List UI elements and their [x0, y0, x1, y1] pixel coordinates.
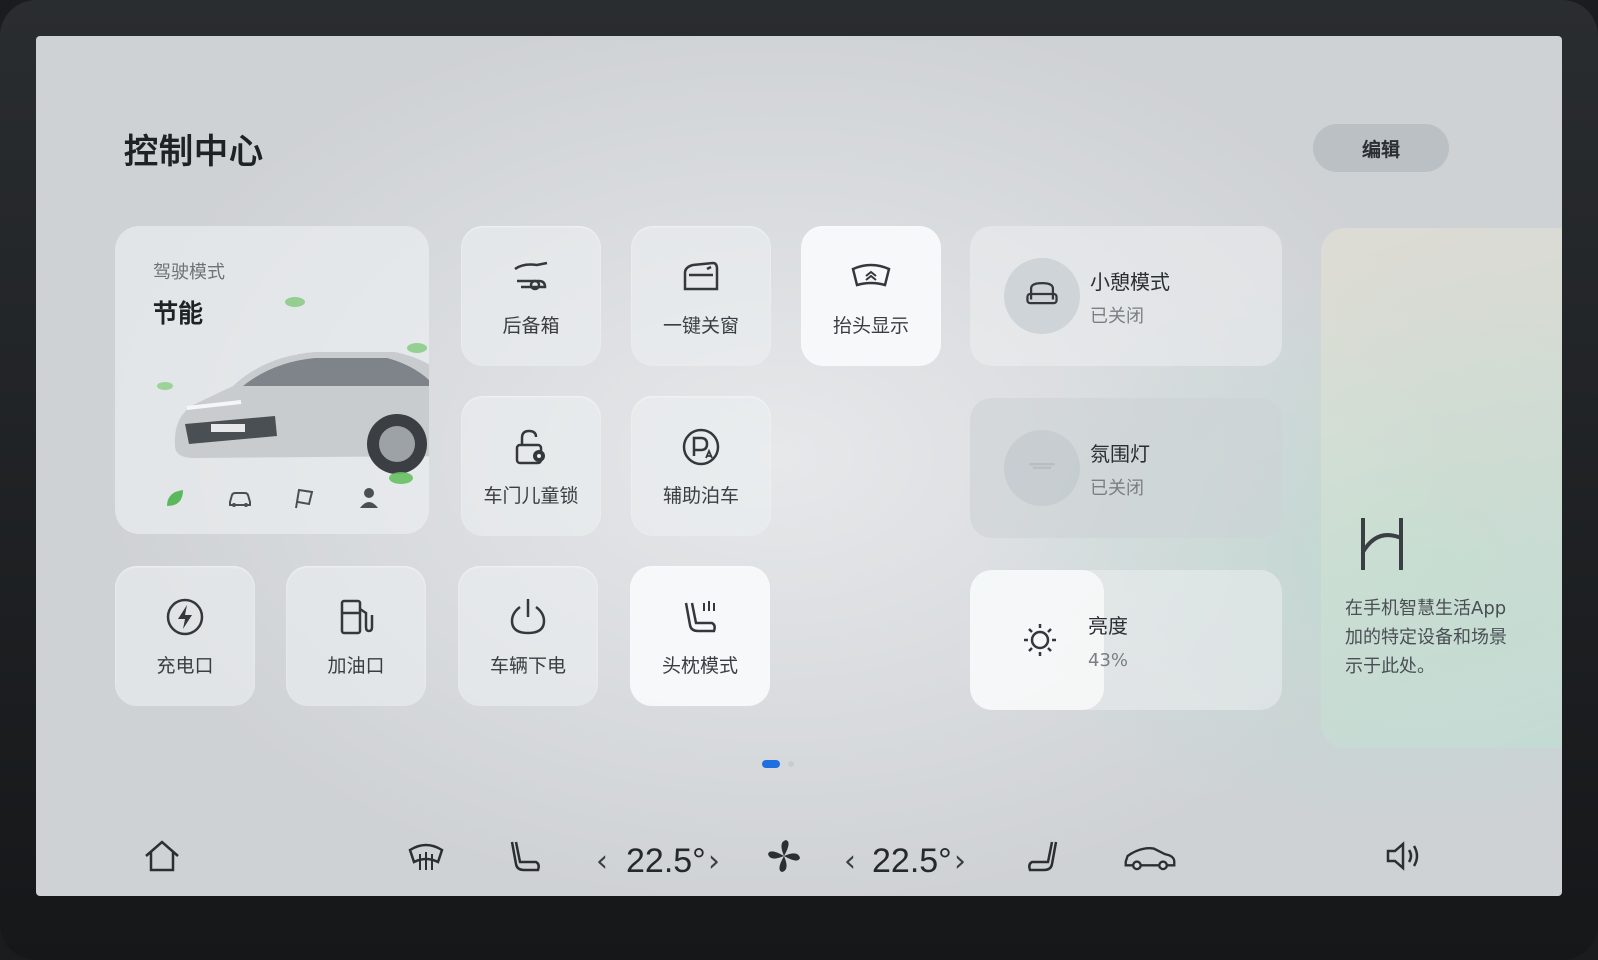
bottom-dock: ‹ 22.5° › ‹ 22.5° › [36, 806, 1562, 896]
brightness-value: 43% [1088, 650, 1129, 671]
child-lock-label: 车门儿童锁 [483, 484, 579, 507]
left-temp-down-button[interactable]: ‹ [596, 844, 608, 879]
right-temperature: 22.5° [872, 842, 952, 880]
hud-icon [849, 255, 893, 299]
smart-life-promo-card[interactable]: 在手机智慧生活App 加的特定设备和场景 示于此处。 [1321, 228, 1562, 748]
ambient-light-name: 氛围灯 [1090, 442, 1150, 466]
brightness-name: 亮度 [1088, 614, 1128, 638]
power-icon [506, 595, 550, 639]
trunk-label: 后备箱 [502, 314, 560, 337]
brightness-tile[interactable]: 亮度 43% [970, 570, 1282, 710]
seat-icon [1022, 274, 1062, 318]
headrest-icon [678, 595, 722, 639]
rest-mode-tile[interactable]: 小憩模式 已关闭 [970, 226, 1282, 366]
right-temp-up-button[interactable]: › [954, 844, 966, 879]
page-indicator [762, 760, 794, 768]
ambient-light-toggle[interactable] [1004, 430, 1080, 506]
parking-icon [679, 425, 723, 469]
car-icon[interactable] [226, 484, 254, 512]
right-temp-down-button[interactable]: ‹ [844, 844, 856, 879]
seat-right-icon[interactable] [1024, 836, 1064, 880]
defrost-icon[interactable] [406, 836, 446, 880]
charge-port-tile[interactable]: 充电口 [115, 566, 255, 706]
power-off-label: 车辆下电 [489, 654, 566, 677]
home-icon[interactable] [142, 836, 182, 880]
charge-port-label: 充电口 [156, 654, 214, 677]
trunk-icon [509, 255, 553, 299]
close-windows-tile[interactable]: 一键关窗 [631, 226, 771, 366]
fuel-port-tile[interactable]: 加油口 [286, 566, 426, 706]
page-title: 控制中心 [124, 132, 264, 172]
drive-mode-value: 节能 [153, 299, 204, 328]
ambient-light-state: 已关闭 [1090, 478, 1144, 499]
left-temperature: 22.5° [626, 842, 706, 880]
rest-mode-toggle[interactable] [1004, 258, 1080, 334]
child-lock-icon [509, 425, 553, 469]
charge-icon [163, 595, 207, 639]
window-icon [679, 255, 723, 299]
page-dot-2[interactable] [788, 761, 794, 767]
ambient-light-tile[interactable]: 氛围灯 已关闭 [970, 398, 1282, 538]
rest-mode-state: 已关闭 [1090, 306, 1144, 327]
headrest-mode-tile[interactable]: 头枕模式 [630, 566, 770, 706]
leaf-icon[interactable] [161, 484, 189, 512]
seat-heat-icon[interactable] [504, 836, 544, 880]
smart-life-promo-text: 在手机智慧生活App 加的特定设备和场景 示于此处。 [1345, 598, 1507, 677]
car-icon[interactable] [1122, 836, 1178, 880]
rest-mode-name: 小憩模式 [1090, 270, 1170, 294]
left-temp-up-button[interactable]: › [708, 844, 720, 879]
fan-icon[interactable] [764, 836, 804, 880]
ambient-light-icon [1022, 446, 1062, 490]
screen: 控制中心 编辑 驾驶模式 节能 后备箱 一键关窗 抬头显示 车门儿童锁 辅助泊车… [36, 36, 1562, 896]
fuel-icon [334, 595, 378, 639]
hud-label: 抬头显示 [832, 314, 909, 337]
volume-icon[interactable] [1384, 836, 1424, 880]
person-icon[interactable] [355, 484, 383, 512]
harmony-logo-icon [1357, 514, 1407, 574]
drive-mode-card[interactable]: 驾驶模式 节能 [115, 226, 429, 534]
trunk-tile[interactable]: 后备箱 [461, 226, 601, 366]
fuel-port-label: 加油口 [327, 654, 385, 677]
page-dot-1[interactable] [762, 760, 780, 768]
child-lock-tile[interactable]: 车门儿童锁 [461, 396, 601, 536]
hud-tile[interactable]: 抬头显示 [801, 226, 941, 366]
headrest-mode-label: 头枕模式 [661, 654, 738, 677]
drive-mode-selector [115, 484, 429, 512]
flag-icon[interactable] [290, 484, 318, 512]
sun-icon [1018, 618, 1062, 666]
parking-assist-tile[interactable]: 辅助泊车 [631, 396, 771, 536]
parking-assist-label: 辅助泊车 [662, 484, 739, 507]
drive-mode-label: 驾驶模式 [153, 262, 225, 283]
edit-button[interactable]: 编辑 [1313, 124, 1449, 172]
close-windows-label: 一键关窗 [662, 314, 739, 337]
power-off-tile[interactable]: 车辆下电 [458, 566, 598, 706]
